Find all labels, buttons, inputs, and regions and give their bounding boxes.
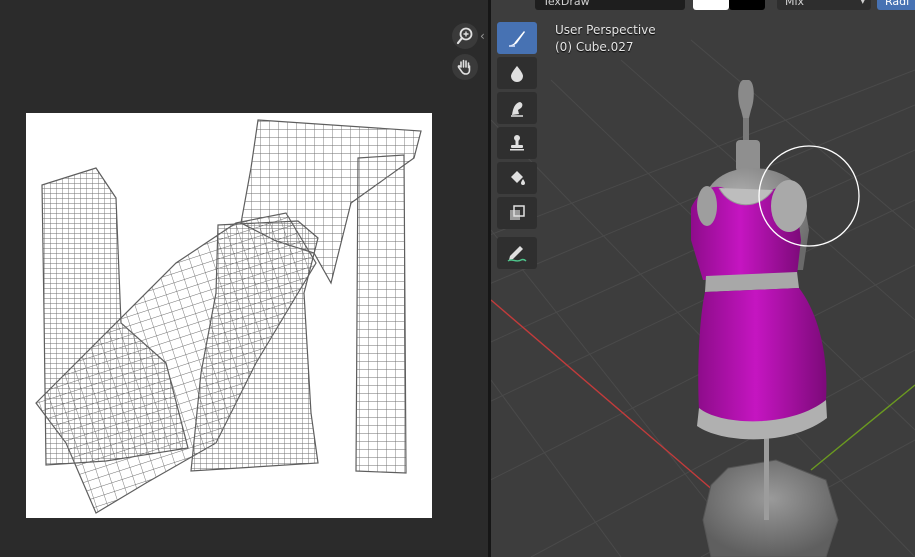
floor-grid xyxy=(491,39,915,557)
dress-skirt xyxy=(698,288,827,428)
bucket-icon xyxy=(511,171,525,185)
chevron-down-icon: ▾ xyxy=(860,0,865,7)
tool-header: TexDraw Mix ▾ Radi xyxy=(491,0,915,12)
zoom-button[interactable] xyxy=(452,23,478,49)
brush-name-field[interactable]: TexDraw xyxy=(535,0,685,10)
mannequin-neck xyxy=(736,140,760,172)
pan-button[interactable] xyxy=(452,54,478,80)
blend-mode-dropdown[interactable]: Mix ▾ xyxy=(777,0,871,10)
uv-island-side-strip xyxy=(355,154,407,474)
annotate-tool[interactable] xyxy=(497,237,537,269)
object-name: (0) Cube.027 xyxy=(555,40,634,54)
pencil-icon xyxy=(507,246,527,262)
blend-mode-label: Mix xyxy=(785,0,805,8)
secondary-color-swatch[interactable] xyxy=(729,0,765,10)
viewport-scene xyxy=(491,39,915,557)
drop-icon xyxy=(511,66,523,82)
zoom-in-icon xyxy=(456,27,473,45)
draw-tool[interactable] xyxy=(497,22,537,54)
mask-tool[interactable] xyxy=(497,197,537,229)
mannequin-base xyxy=(702,459,839,557)
uv-wireframe xyxy=(35,119,422,514)
mask-icon xyxy=(510,205,525,220)
view-name: User Perspective xyxy=(555,23,656,37)
uv-layout-canvas[interactable] xyxy=(26,113,432,518)
brush-icon xyxy=(509,31,525,47)
viewport-overlay-text: User Perspective (0) Cube.027 xyxy=(555,22,656,56)
smear-icon xyxy=(511,102,523,117)
radius-toggle[interactable]: Radi xyxy=(877,0,915,10)
uv-editor-panel: ‹ xyxy=(0,0,488,557)
clone-tool[interactable] xyxy=(497,127,537,159)
fill-tool[interactable] xyxy=(497,162,537,194)
chevron-left-icon[interactable]: ‹ xyxy=(480,29,485,43)
hand-icon xyxy=(457,59,471,75)
mannequin-finial xyxy=(738,80,754,118)
smear-tool[interactable] xyxy=(497,92,537,124)
primary-color-swatch[interactable] xyxy=(693,0,729,10)
soften-tool[interactable] xyxy=(497,57,537,89)
3d-viewport[interactable] xyxy=(491,0,915,557)
stamp-icon xyxy=(510,135,524,151)
